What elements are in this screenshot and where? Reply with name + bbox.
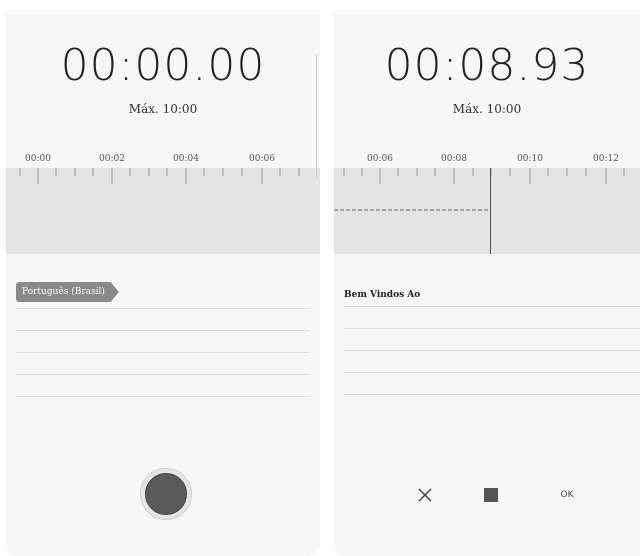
close-icon: [418, 488, 432, 502]
tick-label: 00:02: [99, 154, 125, 164]
record-button[interactable]: [140, 468, 192, 520]
tick-label: 00:10: [517, 154, 543, 164]
recording-timer: 00:00.00: [60, 40, 266, 91]
playhead[interactable]: [490, 168, 491, 254]
tick-label: 00:08: [441, 154, 467, 164]
ok-button[interactable]: OK: [552, 484, 582, 506]
transcript-line: [16, 352, 310, 353]
tick-label: 00:06: [249, 154, 275, 164]
max-duration-label: Máx. 10:00: [128, 102, 198, 116]
recorder-panel-idle: 00:00.00 Máx. 10:00 00:00 00:02 00:04 00…: [6, 10, 320, 556]
transcript-line: [16, 374, 310, 375]
transcript-line: [16, 308, 310, 309]
tick-label: 00:04: [173, 154, 199, 164]
transcript-text: Bem Vindos Ao: [344, 290, 421, 300]
transcript-line: [344, 306, 640, 307]
transcript-line: [344, 350, 640, 351]
stop-icon: [484, 488, 498, 502]
transcript-line: [16, 396, 310, 397]
transcript-line: [16, 330, 310, 331]
tick-label: 00:06: [367, 154, 393, 164]
waveform-timeline[interactable]: [334, 168, 640, 254]
record-icon: [145, 473, 187, 515]
tick-label: 00:12: [593, 154, 619, 164]
scroll-edge: [316, 54, 320, 180]
stop-button[interactable]: [480, 484, 502, 506]
transcript-line: [344, 394, 640, 395]
timeline-tick-labels: 00:06 00:08 00:10 00:12: [334, 154, 640, 168]
recording-timer: 00:08.93: [384, 40, 590, 91]
timeline-tick-labels: 00:00 00:02 00:04 00:06: [6, 154, 320, 168]
transcript-line: [344, 372, 640, 373]
max-duration-label: Máx. 10:00: [452, 102, 522, 116]
timeline-ruler-ticks: [19, 168, 300, 184]
ok-label: OK: [560, 490, 574, 500]
waveform-timeline[interactable]: [6, 168, 320, 254]
status-bar: [22, 0, 102, 8]
cancel-button[interactable]: [414, 484, 436, 506]
recorder-panel-recording: 00:08.93 Máx. 10:00 00:06 00:08 00:10 00…: [334, 10, 640, 556]
transcript-line: [344, 328, 640, 329]
timeline-ruler-ticks: [334, 168, 625, 211]
tick-label: 00:00: [25, 154, 51, 164]
language-badge[interactable]: Português (Brasil): [16, 282, 119, 302]
